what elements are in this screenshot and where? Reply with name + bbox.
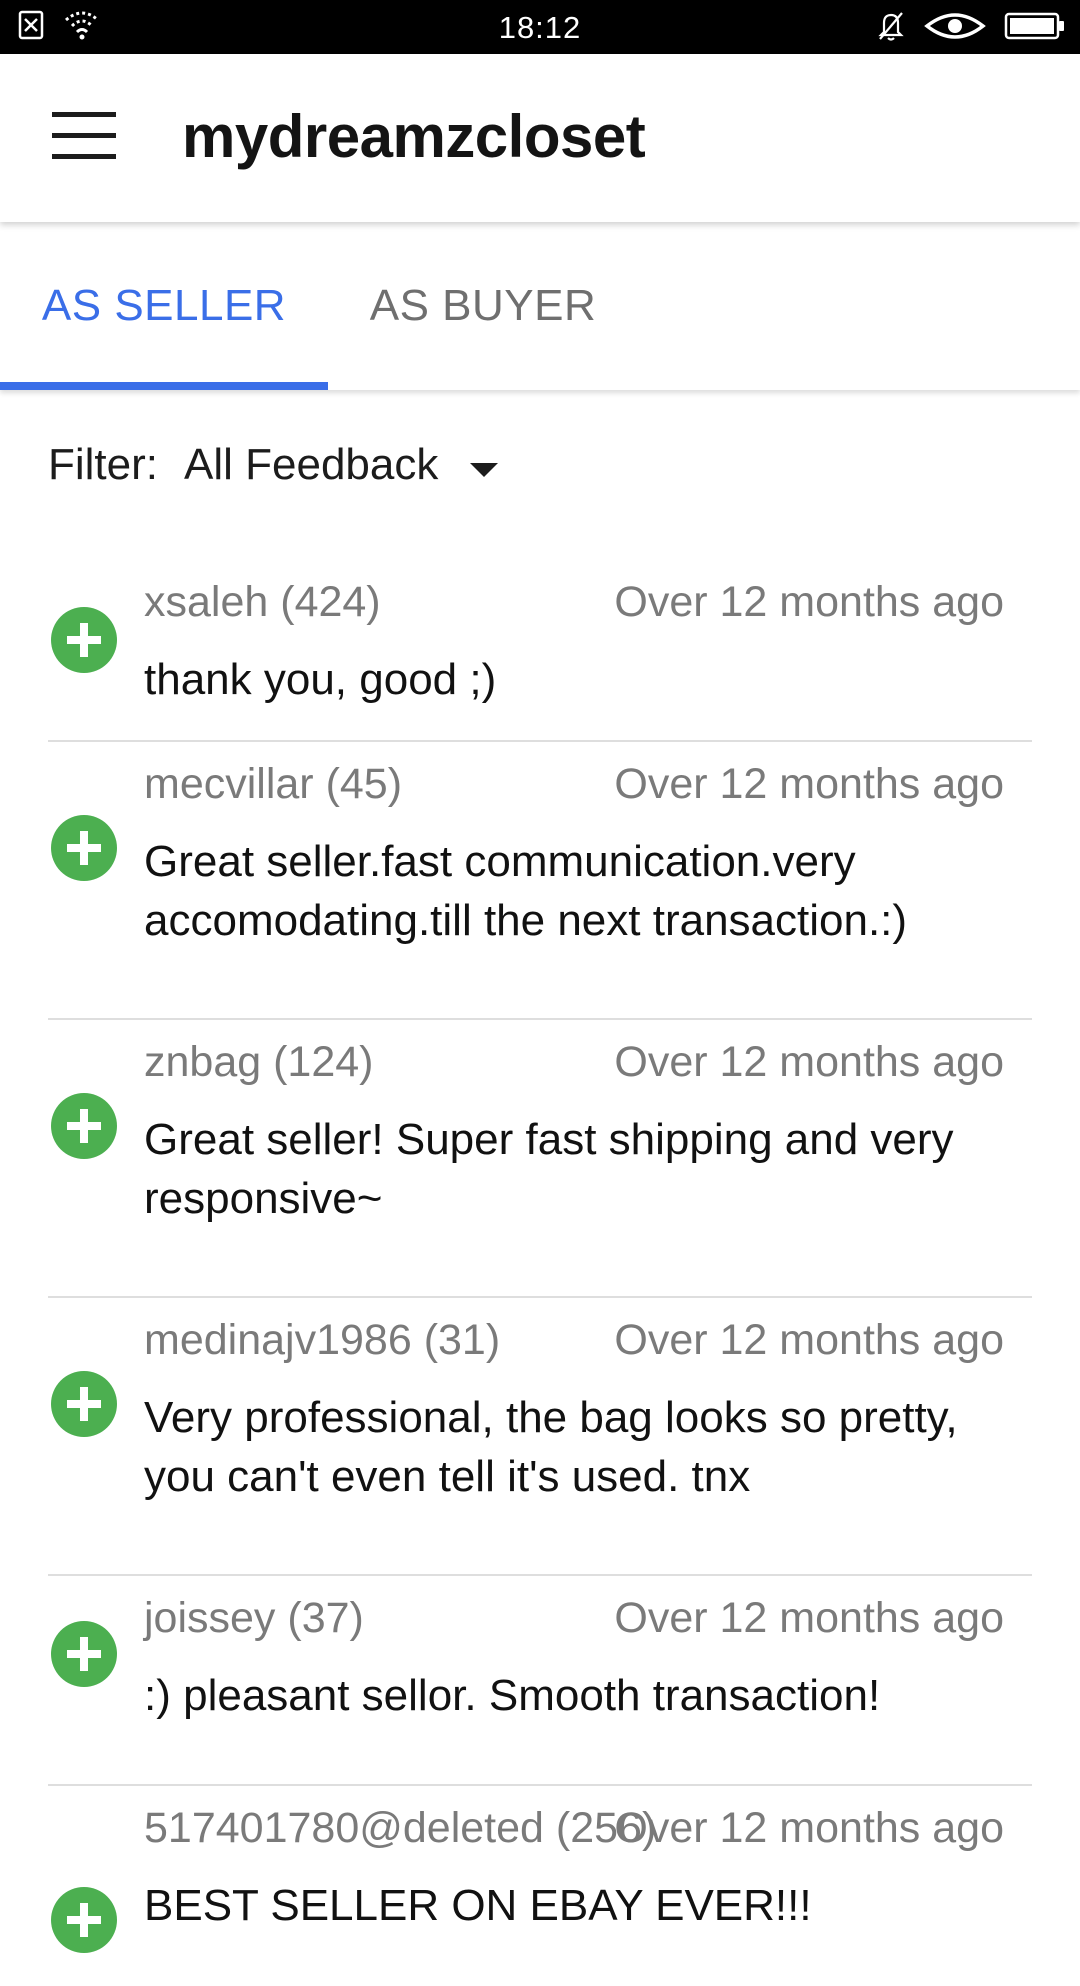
list-item[interactable]: joissey (37) Over 12 months ago :) pleas… <box>48 1576 1032 1786</box>
feedback-time: Over 12 months ago <box>614 1594 1004 1642</box>
positive-plus-icon <box>50 1370 118 1443</box>
feedback-list: xsaleh (424) Over 12 months ago thank yo… <box>0 560 1080 1986</box>
app-bar: mydreamzcloset <box>0 54 1080 222</box>
hamburger-menu-icon <box>52 108 116 169</box>
feedback-comment: Great seller.fast communication.very acc… <box>144 837 908 945</box>
feedback-user[interactable]: mecvillar (45) <box>144 760 402 809</box>
positive-plus-icon <box>50 606 118 679</box>
tab-as-seller[interactable]: AS SELLER <box>0 222 328 390</box>
page-title: mydreamzcloset <box>182 103 646 170</box>
eye-icon <box>924 10 986 47</box>
list-item[interactable]: xsaleh (424) Over 12 months ago thank yo… <box>48 560 1032 742</box>
tab-as-buyer[interactable]: AS BUYER <box>328 222 638 390</box>
bell-off-icon <box>876 10 906 47</box>
feedback-comment: Great seller! Super fast shipping and ve… <box>144 1115 954 1223</box>
active-tab-indicator <box>0 382 328 390</box>
feedback-comment: :) pleasant sellor. Smooth transaction! <box>144 1671 881 1720</box>
positive-plus-icon <box>50 1886 118 1959</box>
tab-bar: AS SELLER AS BUYER <box>0 222 1080 390</box>
list-item[interactable]: 517401780@deleted (256) Over 12 months a… <box>48 1786 1032 1986</box>
positive-plus-icon <box>50 1092 118 1165</box>
list-item[interactable]: medinajv1986 (31) Over 12 months ago Ver… <box>48 1298 1032 1576</box>
feedback-comment: Very professional, the bag looks so pret… <box>144 1393 958 1501</box>
feedback-time: Over 12 months ago <box>614 1804 1004 1852</box>
feedback-comment: BEST SELLER ON EBAY EVER!!! <box>144 1881 812 1930</box>
feedback-user[interactable]: joissey (37) <box>144 1594 364 1643</box>
filter-label: Filter: <box>48 440 158 489</box>
status-right-icons <box>876 10 1066 47</box>
feedback-user[interactable]: medinajv1986 (31) <box>144 1316 500 1365</box>
filter-dropdown-value[interactable]: All Feedback <box>184 440 438 490</box>
feedback-time: Over 12 months ago <box>614 578 1004 626</box>
menu-button[interactable] <box>36 98 132 178</box>
feedback-time: Over 12 months ago <box>614 760 1004 808</box>
dropdown-arrow-icon[interactable] <box>468 440 500 490</box>
feedback-time: Over 12 months ago <box>614 1038 1004 1086</box>
feedback-user[interactable]: znbag (124) <box>144 1038 374 1087</box>
status-bar: 18:12 <box>0 0 1080 54</box>
feedback-user[interactable]: xsaleh (424) <box>144 578 381 627</box>
feedback-filter[interactable]: Filter: All Feedback <box>48 440 500 490</box>
list-item[interactable]: znbag (124) Over 12 months ago Great sel… <box>48 1020 1032 1298</box>
feedback-time: Over 12 months ago <box>614 1316 1004 1364</box>
battery-icon <box>1004 11 1066 46</box>
feedback-user[interactable]: 517401780@deleted (256) <box>144 1804 656 1853</box>
feedback-comment: thank you, good ;) <box>144 655 497 704</box>
list-item[interactable]: mecvillar (45) Over 12 months ago Great … <box>48 742 1032 1020</box>
positive-plus-icon <box>50 1620 118 1693</box>
positive-plus-icon <box>50 814 118 887</box>
